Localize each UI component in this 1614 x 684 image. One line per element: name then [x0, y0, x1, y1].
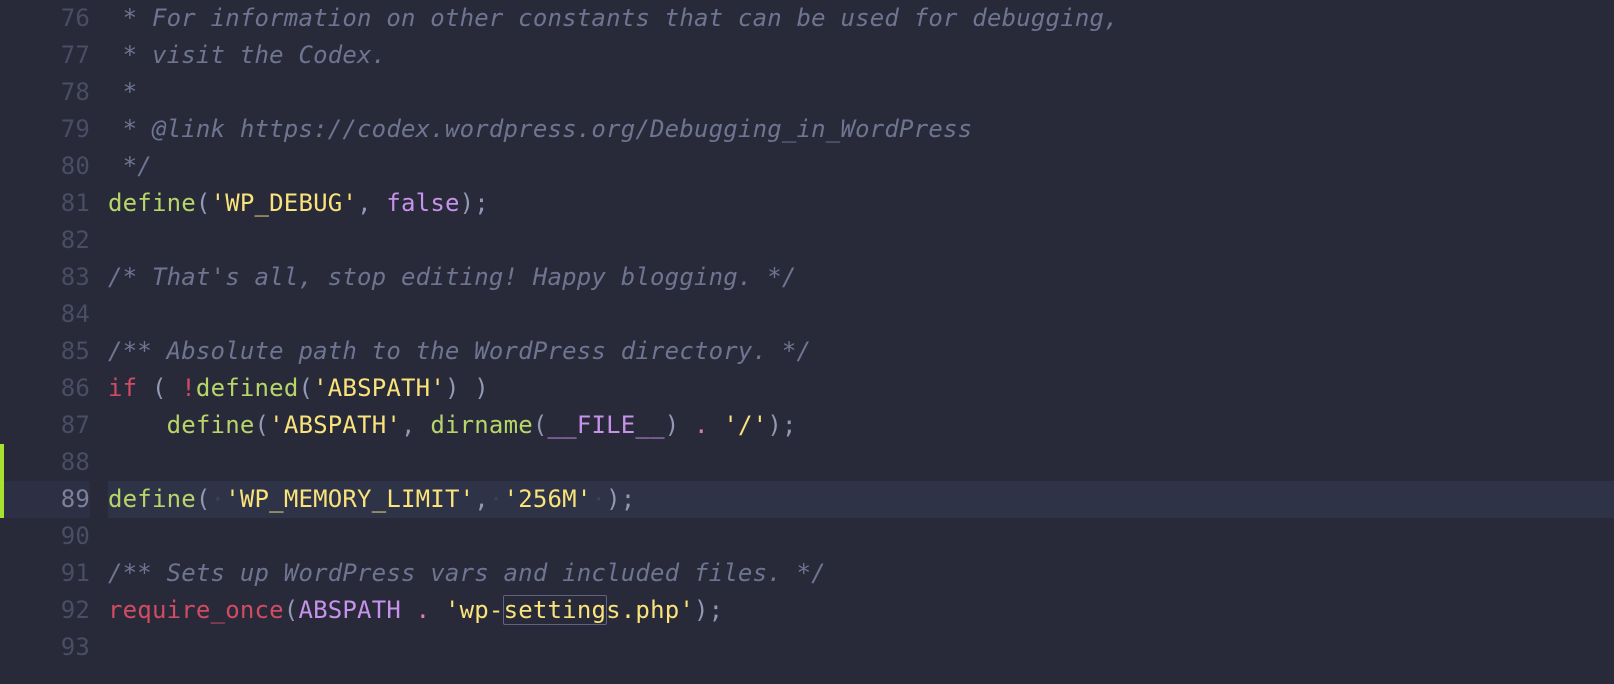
- code-token: s.php': [606, 596, 694, 624]
- line-number[interactable]: 82: [0, 222, 90, 259]
- line-number[interactable]: 80: [0, 148, 90, 185]
- code-token: defined: [196, 374, 299, 402]
- code-editor[interactable]: 767778798081828384858687888990919293 * F…: [0, 0, 1614, 666]
- code-token: dirname: [430, 411, 533, 439]
- code-line[interactable]: if ( !defined('ABSPATH') ): [108, 370, 1614, 407]
- code-token: * For information on other constants tha…: [108, 4, 1119, 32]
- line-number[interactable]: 89: [0, 481, 90, 518]
- line-number[interactable]: 85: [0, 333, 90, 370]
- code-token: (: [298, 374, 313, 402]
- line-number[interactable]: 77: [0, 37, 90, 74]
- line-number[interactable]: 76: [0, 0, 90, 37]
- code-token: [709, 411, 724, 439]
- line-number[interactable]: 88: [0, 444, 90, 481]
- line-number-gutter[interactable]: 767778798081828384858687888990919293: [0, 0, 100, 666]
- code-token: define: [108, 485, 196, 513]
- code-token: setting: [503, 595, 608, 625]
- code-token: (: [284, 596, 299, 624]
- code-token: /* That's all, stop editing! Happy blogg…: [108, 263, 797, 291]
- code-line[interactable]: require_once(ABSPATH . 'wp-settings.php'…: [108, 592, 1614, 629]
- code-token: ,: [474, 485, 489, 513]
- code-line[interactable]: /** Absolute path to the WordPress direc…: [108, 333, 1614, 370]
- code-line[interactable]: /* That's all, stop editing! Happy blogg…: [108, 259, 1614, 296]
- code-token: *: [108, 78, 137, 106]
- code-token: ·: [591, 485, 606, 513]
- code-token: );: [460, 189, 489, 217]
- line-number[interactable]: 93: [0, 629, 90, 666]
- line-number[interactable]: 92: [0, 592, 90, 629]
- line-number[interactable]: 83: [0, 259, 90, 296]
- code-token: ) ): [445, 374, 489, 402]
- line-number[interactable]: 84: [0, 296, 90, 333]
- code-token: ·: [489, 485, 504, 513]
- code-line[interactable]: define('ABSPATH', dirname(__FILE__) . '/…: [108, 407, 1614, 444]
- code-token: ,: [401, 411, 430, 439]
- line-number[interactable]: 91: [0, 555, 90, 592]
- code-token: [430, 596, 445, 624]
- code-token: '/': [723, 411, 767, 439]
- code-token: );: [606, 485, 635, 513]
- code-line[interactable]: define(·'WP_MEMORY_LIMIT',·'256M'·);: [108, 481, 1614, 518]
- code-token: 'wp-: [445, 596, 504, 624]
- code-line[interactable]: *: [108, 74, 1614, 111]
- code-token: (: [196, 189, 211, 217]
- code-token: !: [181, 374, 196, 402]
- code-line[interactable]: * visit the Codex.: [108, 37, 1614, 74]
- code-token: (: [255, 411, 270, 439]
- code-token: );: [767, 411, 796, 439]
- code-token: define: [108, 189, 196, 217]
- code-token: ,: [357, 189, 386, 217]
- code-line[interactable]: /** Sets up WordPress vars and included …: [108, 555, 1614, 592]
- code-token: '256M': [504, 485, 592, 513]
- code-token: (: [137, 374, 181, 402]
- code-token: 'ABSPATH': [313, 374, 445, 402]
- code-token: ): [665, 411, 694, 439]
- code-token: );: [694, 596, 723, 624]
- code-token: .: [694, 411, 709, 439]
- line-number[interactable]: 79: [0, 111, 90, 148]
- code-token: * @link https://codex.wordpress.org/Debu…: [108, 115, 972, 143]
- code-token: [108, 411, 167, 439]
- line-number[interactable]: 86: [0, 370, 90, 407]
- code-token: [401, 596, 416, 624]
- code-token: require_once: [108, 596, 284, 624]
- code-line[interactable]: */: [108, 148, 1614, 185]
- code-token: .: [416, 596, 431, 624]
- code-line[interactable]: [108, 222, 1614, 259]
- code-token: 'ABSPATH': [269, 411, 401, 439]
- code-token: (: [196, 485, 211, 513]
- code-line[interactable]: [108, 518, 1614, 555]
- code-token: /** Absolute path to the WordPress direc…: [108, 337, 811, 365]
- line-number[interactable]: 78: [0, 74, 90, 111]
- line-number[interactable]: 90: [0, 518, 90, 555]
- code-line[interactable]: [108, 444, 1614, 481]
- code-token: define: [167, 411, 255, 439]
- code-token: */: [108, 152, 152, 180]
- code-token: false: [386, 189, 459, 217]
- code-token: /** Sets up WordPress vars and included …: [108, 559, 826, 587]
- code-token: (: [533, 411, 548, 439]
- code-line[interactable]: * For information on other constants tha…: [108, 0, 1614, 37]
- code-token: * visit the Codex.: [108, 41, 386, 69]
- line-number[interactable]: 81: [0, 185, 90, 222]
- git-change-bar: [0, 444, 4, 518]
- code-line[interactable]: * @link https://codex.wordpress.org/Debu…: [108, 111, 1614, 148]
- code-area[interactable]: * For information on other constants tha…: [100, 0, 1614, 666]
- code-line[interactable]: [108, 296, 1614, 333]
- line-number[interactable]: 87: [0, 407, 90, 444]
- code-token: if: [108, 374, 137, 402]
- code-line[interactable]: define('WP_DEBUG', false);: [108, 185, 1614, 222]
- code-line[interactable]: [108, 629, 1614, 666]
- code-token: ·: [211, 485, 226, 513]
- code-token: ABSPATH: [298, 596, 401, 624]
- code-token: __FILE__: [548, 411, 665, 439]
- code-token: 'WP_DEBUG': [211, 189, 358, 217]
- code-token: 'WP_MEMORY_LIMIT': [225, 485, 474, 513]
